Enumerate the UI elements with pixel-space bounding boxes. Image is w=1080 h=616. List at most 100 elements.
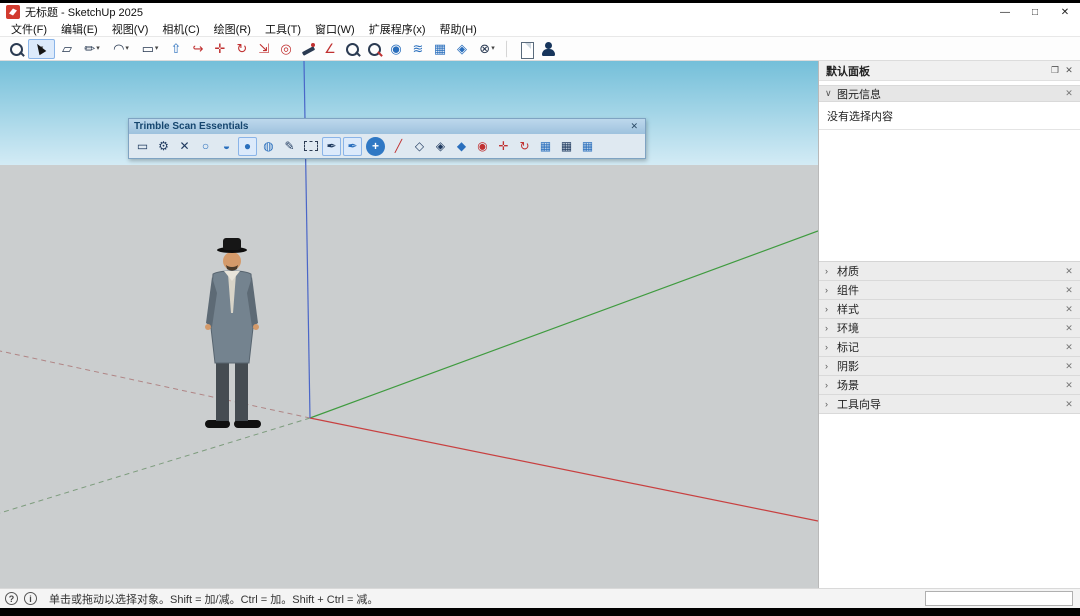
maximize-button[interactable]: □	[1020, 4, 1050, 21]
menu-draw[interactable]: 绘图(R)	[207, 21, 258, 37]
menu-help[interactable]: 帮助(H)	[433, 21, 484, 37]
move-tool[interactable]: ✛	[210, 39, 230, 59]
scan-glyph: ◍	[263, 139, 274, 153]
zoom-tool-icon[interactable]	[342, 39, 362, 59]
panel-float-icon[interactable]: ❐	[1048, 64, 1062, 78]
section-instructor[interactable]: › 工具向导 ✕	[819, 395, 1080, 414]
section-close-icon[interactable]: ✕	[1062, 399, 1076, 410]
scan-region-icon[interactable]: ▭	[133, 137, 152, 156]
tool-glyph: ✏	[84, 41, 96, 56]
menu-camera[interactable]: 相机(C)	[155, 21, 206, 37]
sandbox-contours-tool[interactable]: ≋	[408, 39, 428, 59]
cloud-target-icon[interactable]: ◉	[473, 137, 492, 156]
snap-point-icon[interactable]: ✛	[494, 137, 513, 156]
rectangle-tool[interactable]: ▭ ▾	[137, 39, 164, 59]
section-close-icon[interactable]: ✕	[1062, 266, 1076, 277]
new-file-button[interactable]	[516, 39, 536, 59]
freehand-tool[interactable]: ✏ ▾	[79, 39, 106, 59]
viewport[interactable]: Trimble Scan Essentials ✕ ▭ ⚙ ✕ ○ ◒ ● ◍ ✎ ✒ ✒ + ╱ ◇ ◈…	[0, 61, 818, 588]
dropdown-caret-icon: ▾	[491, 45, 495, 52]
section-shadows[interactable]: › 阴影 ✕	[819, 357, 1080, 376]
walkthrough-tool[interactable]: ⊗ ▾	[474, 39, 501, 59]
scan-glyph: ●	[243, 139, 252, 153]
smoove-tool[interactable]: ◈	[452, 39, 472, 59]
section-label: 工具向导	[837, 399, 881, 411]
scan-add-point-icon[interactable]: +	[366, 136, 385, 156]
dropdown-caret-icon: ▾	[154, 45, 159, 52]
offset-tool[interactable]: ◎	[276, 39, 296, 59]
snap-rotate-icon[interactable]: ↻	[515, 137, 534, 156]
minimize-button[interactable]: —	[990, 4, 1020, 21]
select-tool[interactable]: ▾	[28, 38, 55, 59]
scan-line-icon[interactable]: ╱	[389, 137, 408, 156]
cloud-box-alt-icon[interactable]: ◈	[431, 137, 450, 156]
section-environment[interactable]: › 环境 ✕	[819, 319, 1080, 338]
cloud-box-icon[interactable]: ◇	[410, 137, 429, 156]
help-icon[interactable]: ?	[5, 592, 18, 605]
info-icon[interactable]: i	[24, 592, 37, 605]
section-materials[interactable]: › 材质 ✕	[819, 262, 1080, 281]
panel-grid-icon[interactable]: ▦	[536, 137, 555, 156]
scale-tool[interactable]: ⇲	[254, 39, 274, 59]
search-tool-icon[interactable]	[6, 39, 26, 59]
section-scenes[interactable]: › 场景 ✕	[819, 376, 1080, 395]
default-tray-panel: 默认面板 ❐ ✕ ∨ 图元信息 ✕ 没有选择内容 › 材质 ✕ › 组件 ✕ ›…	[818, 61, 1080, 588]
section-tags[interactable]: › 标记 ✕	[819, 338, 1080, 357]
section-close-icon[interactable]: ✕	[1062, 323, 1076, 334]
section-close-icon[interactable]: ✕	[1062, 285, 1076, 296]
point-density-mid-icon[interactable]: ◒	[217, 137, 236, 156]
close-button[interactable]: ✕	[1050, 4, 1080, 21]
rotate-tool[interactable]: ↻	[232, 39, 252, 59]
menu-tools[interactable]: 工具(T)	[258, 21, 308, 37]
section-close-icon[interactable]: ✕	[1062, 361, 1076, 372]
sandbox-scratch-tool[interactable]: ▦	[430, 39, 450, 59]
scan-toolbar-close-icon[interactable]: ✕	[628, 121, 640, 132]
section-label: 样式	[837, 304, 859, 316]
tool-glyph: ◈	[457, 41, 467, 56]
point-density-low-icon[interactable]: ○	[196, 137, 215, 156]
scan-lasso-icon[interactable]	[301, 137, 320, 156]
point-style-icon[interactable]: ◍	[259, 137, 278, 156]
zoom-extents-tool[interactable]	[364, 39, 384, 59]
tape-measure-tool[interactable]	[298, 39, 318, 59]
eraser-tool[interactable]: ▱	[57, 39, 77, 59]
scan-toolbar-titlebar[interactable]: Trimble Scan Essentials ✕	[129, 119, 645, 134]
tool-glyph: ↻	[236, 41, 248, 56]
chevron-right-icon: ›	[825, 266, 828, 276]
menu-window[interactable]: 窗口(W)	[308, 21, 362, 37]
entity-info-header[interactable]: ∨ 图元信息 ✕	[819, 85, 1080, 102]
tool-glyph: ↪	[192, 41, 204, 56]
main-toolbar: ▾ ▱ ✏ ▾ ◠ ▾ ▭ ▾ ⇧ ↪ ✛ ↻ ⇲ ◎ ∠ ◉ ≋ ▦ ◈ ⊗ ▾	[0, 37, 1080, 61]
panel-close-icon[interactable]: ✕	[1062, 64, 1076, 78]
section-close-icon[interactable]: ✕	[1062, 380, 1076, 391]
menu-file[interactable]: 文件(F)	[4, 21, 54, 37]
panel-grid-alt-icon[interactable]: ▦	[557, 137, 576, 156]
pushpull-tool[interactable]: ⇧	[166, 39, 186, 59]
section-styles[interactable]: › 样式 ✕	[819, 300, 1080, 319]
menu-view[interactable]: 视图(V)	[105, 21, 156, 37]
entity-info-close-icon[interactable]: ✕	[1062, 88, 1076, 99]
section-label: 阴影	[837, 361, 859, 373]
followme-tool[interactable]: ↪	[188, 39, 208, 59]
section-close-icon[interactable]: ✕	[1062, 342, 1076, 353]
arc-tool[interactable]: ◠ ▾	[108, 39, 135, 59]
scan-eyedropper-icon[interactable]: ✒	[322, 136, 341, 156]
section-close-icon[interactable]: ✕	[1062, 304, 1076, 315]
sketchup-window: 无标题 - SketchUp 2025 — □ ✕ 文件(F) 编辑(E) 视图(V…	[0, 3, 1080, 608]
scan-delete-icon[interactable]: ✕	[175, 137, 194, 156]
panel-grid-third-icon[interactable]: ▦	[578, 137, 597, 156]
geolocation-tool[interactable]: ◉	[386, 39, 406, 59]
scan-eyedropper-alt-icon[interactable]: ✒	[343, 136, 362, 156]
signin-button[interactable]	[538, 39, 558, 59]
scan-edit-icon[interactable]: ✎	[280, 137, 299, 156]
chevron-right-icon: ›	[825, 304, 828, 314]
scan-glyph: ○	[201, 139, 210, 153]
section-components[interactable]: › 组件 ✕	[819, 281, 1080, 300]
protractor-tool[interactable]: ∠	[320, 39, 340, 59]
measurement-input[interactable]	[925, 591, 1073, 606]
menu-edit[interactable]: 编辑(E)	[54, 21, 105, 37]
point-density-full-icon[interactable]: ●	[238, 136, 257, 156]
menu-extensions[interactable]: 扩展程序(x)	[362, 21, 433, 37]
cloud-box-filled-icon[interactable]: ◆	[452, 137, 471, 156]
scan-settings-gear-icon[interactable]: ⚙	[154, 137, 173, 156]
